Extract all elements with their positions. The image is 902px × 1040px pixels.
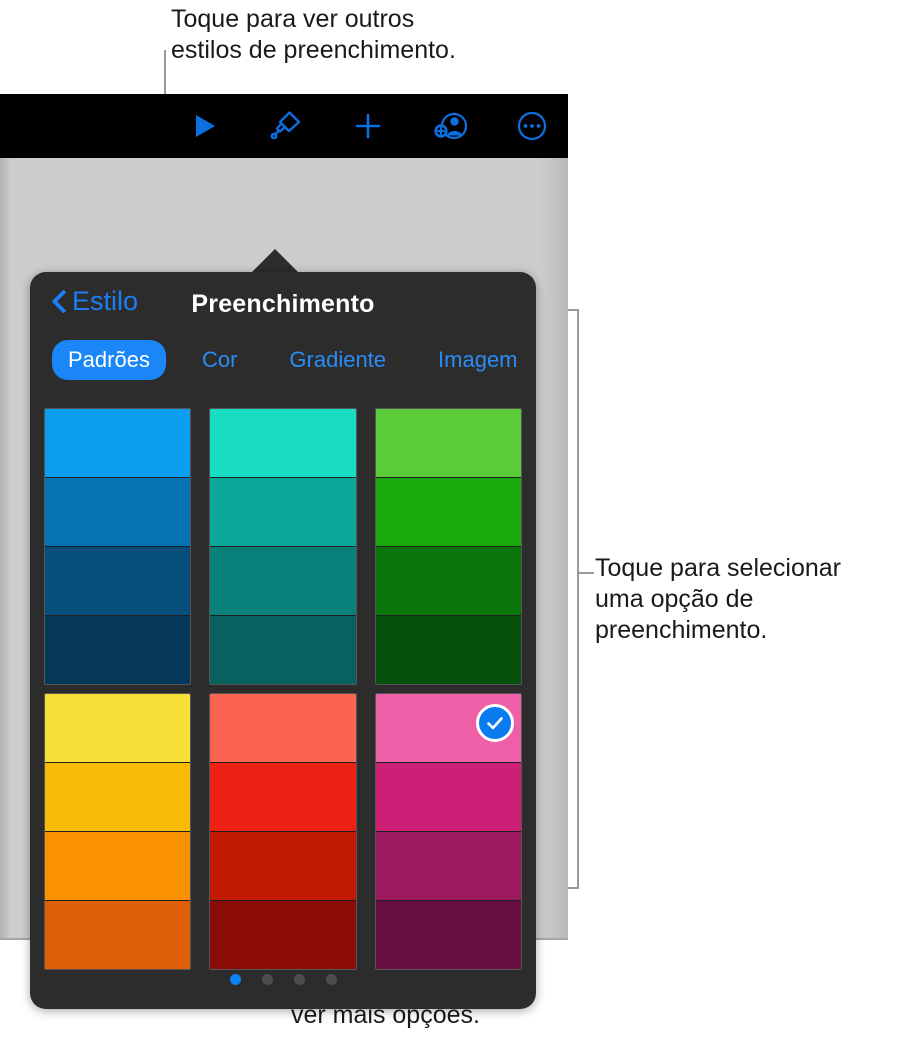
swatch[interactable] [210,478,356,547]
device-screen: Estilo Preenchimento Padrões Cor Gradien… [0,94,568,1009]
swatch[interactable] [375,901,521,969]
callout-text-right: Toque para selecionar uma opção de preen… [595,554,841,644]
page-dot[interactable] [293,974,305,985]
play-icon[interactable] [182,104,226,148]
swatch[interactable] [210,694,356,763]
app-toolbar [0,94,568,158]
add-person-icon[interactable] [428,104,472,148]
swatch[interactable] [375,832,521,901]
more-ellipsis-icon[interactable] [510,104,554,148]
yellow-column [44,693,192,970]
teal-column [209,408,357,685]
swatch[interactable] [45,409,191,478]
swatch[interactable] [45,901,191,969]
paintbrush-icon[interactable] [264,104,308,148]
blue-column [44,408,192,685]
callout-leader-line-right [578,572,594,574]
tab-gradiente[interactable]: Gradiente [273,340,402,380]
swatch[interactable] [210,616,356,684]
swatch[interactable] [210,547,356,616]
plus-icon[interactable] [346,104,390,148]
swatch[interactable] [45,616,191,684]
fill-type-tabs: Padrões Cor Gradiente Imagem [30,334,536,386]
swatch[interactable] [45,478,191,547]
swatch[interactable] [375,694,521,763]
swatch[interactable] [375,478,521,547]
tab-imagem[interactable]: Imagem [422,340,533,380]
swatch-block-cool [44,408,522,685]
page-indicator-dots [30,974,536,985]
checkmark-icon [475,704,514,742]
swatch[interactable] [375,547,521,616]
tab-padroes[interactable]: Padrões [52,340,166,380]
callout-bracket-swatches [568,309,579,889]
swatch[interactable] [375,616,521,684]
swatch[interactable] [375,409,521,478]
swatch[interactable] [375,763,521,832]
swatch[interactable] [210,409,356,478]
page-dot[interactable] [229,974,241,985]
swatch-grid [44,408,522,970]
swatch[interactable] [45,694,191,763]
swatch[interactable] [210,901,356,969]
tab-cor[interactable]: Cor [186,340,253,380]
red-column [209,693,357,970]
green-column [374,408,522,685]
swatch[interactable] [45,832,191,901]
swatch-block-warm [44,693,522,970]
popover-title: Preenchimento [191,290,375,318]
pink-column [374,693,522,970]
swatch[interactable] [210,763,356,832]
swatch[interactable] [45,547,191,616]
page-dot[interactable] [325,974,337,985]
swatch[interactable] [210,832,356,901]
swatch[interactable] [45,763,191,832]
callout-text-top: Toque para ver outros estilos de preench… [171,5,456,64]
popover-header: Estilo Preenchimento [30,272,536,334]
fill-popover: Estilo Preenchimento Padrões Cor Gradien… [30,272,536,1009]
page-dot[interactable] [261,974,273,985]
